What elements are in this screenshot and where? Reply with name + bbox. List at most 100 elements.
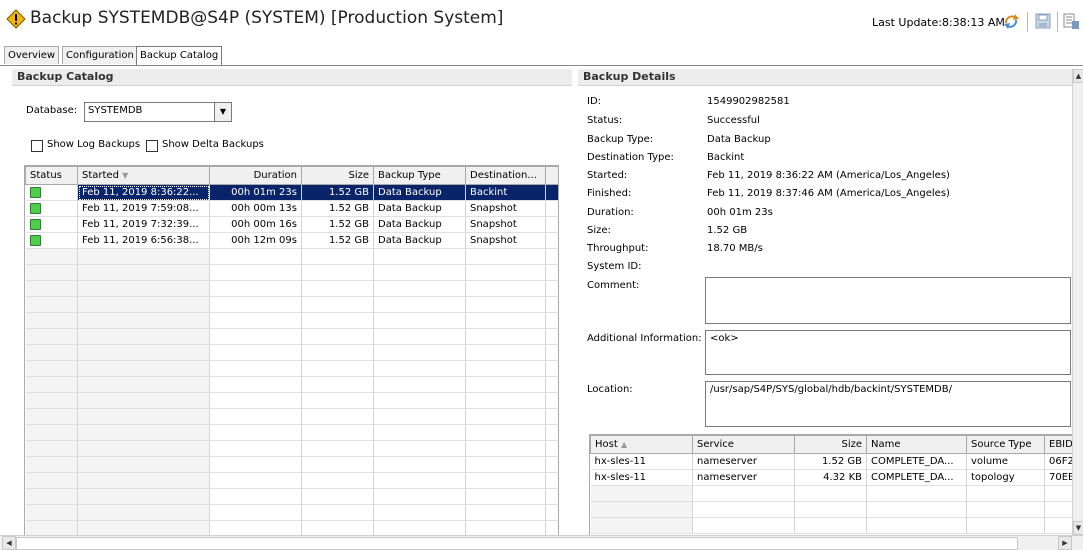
comment-textarea[interactable] bbox=[705, 277, 1071, 324]
empty-row bbox=[25, 344, 558, 361]
empty-cell bbox=[77, 296, 210, 313]
additional-information-textarea[interactable]: <ok> bbox=[705, 330, 1071, 375]
empty-cell bbox=[465, 424, 546, 441]
empty-row bbox=[25, 472, 558, 489]
empty-cell bbox=[590, 501, 693, 518]
tab-configuration[interactable]: Configuration bbox=[62, 46, 138, 64]
empty-cell bbox=[209, 280, 302, 297]
empty-cell bbox=[77, 488, 210, 505]
empty-cell bbox=[866, 517, 967, 534]
scroll-up-icon[interactable]: ▲ bbox=[1073, 69, 1083, 83]
detail-value-backup-type: Data Backup bbox=[707, 134, 771, 145]
empty-row bbox=[25, 312, 558, 329]
scroll-right-icon[interactable]: ▶ bbox=[1058, 536, 1072, 550]
detail-value-status: Successful bbox=[707, 115, 760, 126]
empty-cell bbox=[545, 472, 558, 489]
column-header-size[interactable]: Size bbox=[301, 166, 374, 185]
column-header-duration[interactable]: Duration bbox=[209, 166, 302, 185]
detail-value-destination-type: Backint bbox=[707, 152, 745, 163]
column-header-source-type[interactable]: Source Type bbox=[966, 435, 1045, 454]
horizontal-scroll-thumb[interactable] bbox=[16, 537, 1018, 550]
table-row[interactable]: hx-sles-11 nameserver 4.32 KB COMPLETE_D… bbox=[590, 469, 1074, 486]
table-row[interactable]: hx-sles-11 nameserver 1.52 GB COMPLETE_D… bbox=[590, 453, 1074, 470]
empty-cell bbox=[545, 360, 558, 377]
table-row[interactable]: Feb 11, 2019 8:36:22... 00h 01m 23s 1.52… bbox=[25, 184, 558, 201]
empty-cell bbox=[373, 360, 466, 377]
column-header-name[interactable]: Name bbox=[866, 435, 967, 454]
column-header-status[interactable]: Status bbox=[25, 166, 78, 185]
empty-cell bbox=[77, 344, 210, 361]
additional-information-label: Additional Information: bbox=[587, 333, 702, 344]
save-icon[interactable] bbox=[1034, 12, 1052, 30]
export-icon[interactable] bbox=[1062, 12, 1080, 30]
empty-cell bbox=[25, 328, 78, 345]
empty-cell bbox=[25, 296, 78, 313]
backup-type-cell: Data Backup bbox=[373, 184, 466, 201]
column-header-file-size[interactable]: Size bbox=[794, 435, 867, 454]
empty-cell bbox=[465, 328, 546, 345]
filler-cell bbox=[545, 232, 558, 249]
empty-cell bbox=[465, 408, 546, 425]
source-type-cell: volume bbox=[966, 453, 1045, 470]
details-vertical-scrollbar[interactable]: ▲ ▼ bbox=[1072, 69, 1083, 535]
table-row[interactable]: Feb 11, 2019 7:32:39... 00h 00m 16s 1.52… bbox=[25, 216, 558, 233]
detail-label-size: Size: bbox=[587, 225, 611, 236]
empty-cell bbox=[373, 472, 466, 489]
tab-backup-catalog[interactable]: Backup Catalog bbox=[136, 46, 223, 65]
table-row[interactable]: Feb 11, 2019 7:59:08... 00h 00m 13s 1.52… bbox=[25, 200, 558, 217]
database-select-value: SYSTEMDB bbox=[88, 105, 143, 116]
empty-cell bbox=[209, 360, 302, 377]
empty-cell bbox=[25, 456, 78, 473]
empty-cell bbox=[25, 424, 78, 441]
refresh-icon[interactable] bbox=[1002, 12, 1020, 30]
empty-row bbox=[590, 501, 1074, 518]
empty-cell bbox=[209, 472, 302, 489]
empty-cell bbox=[545, 280, 558, 297]
location-textarea[interactable]: /usr/sap/S4P/SYS/global/hdb/backint/SYST… bbox=[705, 381, 1071, 427]
horizontal-scrollbar[interactable]: ◀ ▶ bbox=[0, 535, 1083, 550]
dropdown-arrow-icon[interactable]: ▼ bbox=[214, 103, 231, 121]
column-header-ebid[interactable]: EBID bbox=[1044, 435, 1074, 454]
column-header-started[interactable]: Started ▼ bbox=[77, 166, 210, 185]
ebid-cell: 70EB bbox=[1044, 469, 1074, 486]
empty-cell bbox=[373, 440, 466, 457]
scroll-left-icon[interactable]: ◀ bbox=[2, 536, 16, 550]
show-delta-backups-checkbox[interactable] bbox=[146, 140, 158, 152]
database-select[interactable]: SYSTEMDB ▼ bbox=[84, 102, 232, 122]
detail-value-duration: 00h 01m 23s bbox=[707, 207, 773, 218]
empty-cell bbox=[465, 264, 546, 281]
column-header-destination[interactable]: Destination... bbox=[465, 166, 546, 185]
empty-cell bbox=[301, 344, 374, 361]
column-header-host-label: Host bbox=[595, 439, 618, 450]
empty-cell bbox=[465, 472, 546, 489]
empty-cell bbox=[373, 312, 466, 329]
empty-cell bbox=[25, 344, 78, 361]
status-ok-icon bbox=[29, 234, 41, 246]
empty-row bbox=[25, 296, 558, 313]
empty-row bbox=[25, 280, 558, 297]
duration-cell: 00h 00m 13s bbox=[209, 200, 302, 217]
empty-cell bbox=[77, 360, 210, 377]
empty-cell bbox=[77, 504, 210, 521]
empty-cell bbox=[866, 485, 967, 502]
column-header-service[interactable]: Service bbox=[692, 435, 795, 454]
column-header-host[interactable]: Host ▲ bbox=[590, 435, 693, 454]
tab-overview[interactable]: Overview bbox=[4, 46, 60, 64]
empty-cell bbox=[209, 248, 302, 265]
empty-cell bbox=[465, 456, 546, 473]
empty-cell bbox=[373, 328, 466, 345]
table-row[interactable]: Feb 11, 2019 6:56:38... 00h 12m 09s 1.52… bbox=[25, 232, 558, 249]
destination-cell: Snapshot bbox=[465, 232, 546, 249]
empty-cell bbox=[25, 504, 78, 521]
detail-label-backup-type: Backup Type: bbox=[587, 134, 654, 145]
column-header-backup-type[interactable]: Backup Type bbox=[373, 166, 466, 185]
show-log-backups-checkbox[interactable] bbox=[31, 140, 43, 152]
empty-cell bbox=[77, 248, 210, 265]
comment-label: Comment: bbox=[587, 280, 640, 291]
scroll-down-icon[interactable]: ▼ bbox=[1073, 521, 1083, 535]
empty-cell bbox=[77, 312, 210, 329]
empty-cell bbox=[209, 456, 302, 473]
duration-cell: 00h 00m 16s bbox=[209, 216, 302, 233]
empty-cell bbox=[545, 440, 558, 457]
empty-cell bbox=[301, 504, 374, 521]
